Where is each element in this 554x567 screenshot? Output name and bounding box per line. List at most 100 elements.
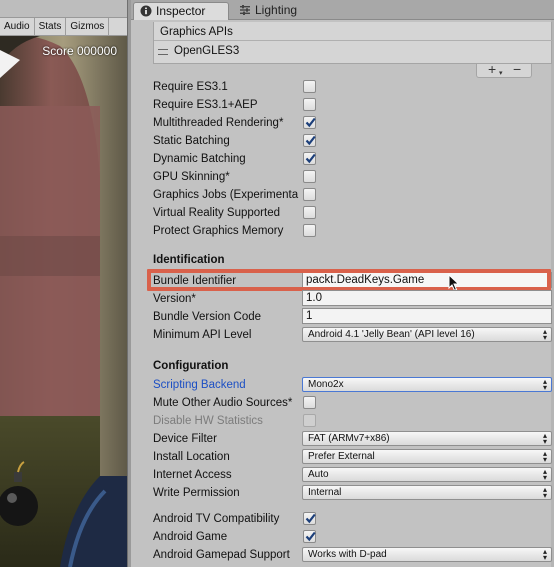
minimum-api-level-dropdown[interactable]: Android 4.1 'Jelly Bean' (API level 16) ▴… — [302, 327, 552, 342]
graphics-api-label: OpenGLES3 — [174, 45, 240, 57]
internet-access-value: Auto — [308, 469, 329, 480]
install-location-dropdown[interactable]: Prefer External ▴ ▾ — [302, 449, 552, 464]
static-batching-label: Static Batching — [153, 135, 230, 147]
graphics-jobs-label: Graphics Jobs (Experimenta — [153, 189, 299, 201]
gpu-skinning-label: GPU Skinning* — [153, 171, 230, 183]
scripting-backend-dropdown[interactable]: Mono2x ▴ ▾ — [302, 377, 552, 392]
require-es31-checkbox[interactable] — [303, 80, 316, 93]
android-game-checkbox[interactable] — [303, 530, 316, 543]
write-permission-value: Internal — [308, 487, 342, 498]
drag-handle-icon[interactable] — [158, 49, 168, 55]
version-label: Version* — [153, 293, 196, 305]
scripting-backend-value: Mono2x — [308, 379, 344, 390]
checkmark-icon — [305, 153, 316, 164]
dropdown-arrows-icon: ▴ ▾ — [542, 485, 547, 500]
graphics-api-item[interactable]: OpenGLES3 — [154, 42, 553, 61]
game-scene-image — [0, 34, 127, 567]
write-permission-row: Write Permission Internal ▴ ▾ — [153, 484, 552, 502]
internet-access-dropdown[interactable]: Auto ▴ ▾ — [302, 467, 552, 482]
graphics-jobs-checkbox[interactable] — [303, 188, 316, 201]
mute-other-audio-row: Mute Other Audio Sources* — [153, 394, 549, 412]
add-graphics-api-button[interactable]: + — [488, 61, 496, 77]
configuration-section-title: Configuration — [153, 360, 229, 372]
protect-graphics-memory-row: Protect Graphics Memory — [153, 222, 549, 240]
bundle-version-code-field[interactable]: 1 — [302, 308, 552, 324]
inspector-panel: Graphics APIs OpenGLES3 + ▾ − Require ES… — [131, 20, 554, 567]
mute-other-audio-checkbox[interactable] — [303, 396, 316, 409]
scripting-backend-row: Scripting Backend Mono2x ▴ ▾ — [153, 376, 552, 394]
stats-toggle-button[interactable]: Stats — [35, 18, 67, 36]
android-gamepad-support-value: Works with D-pad — [308, 549, 387, 560]
device-filter-dropdown[interactable]: FAT (ARMv7+x86) ▴ ▾ — [302, 431, 552, 446]
require-es31-aep-label: Require ES3.1+AEP — [153, 99, 258, 111]
game-scene-render[interactable]: Score 000000 — [0, 34, 127, 567]
dynamic-batching-row: Dynamic Batching — [153, 150, 549, 168]
gizmos-toggle-button[interactable]: Gizmos — [66, 18, 110, 36]
multithreaded-rendering-row: Multithreaded Rendering* — [153, 114, 549, 132]
protect-graphics-memory-label: Protect Graphics Memory — [153, 225, 284, 237]
dropdown-arrows-icon: ▴ ▾ — [542, 431, 547, 446]
audio-toggle-button[interactable]: Audio — [0, 18, 35, 36]
install-location-value: Prefer External — [308, 451, 375, 462]
graphics-jobs-row: Graphics Jobs (Experimenta — [153, 186, 549, 204]
protect-graphics-memory-checkbox[interactable] — [303, 224, 316, 237]
require-es31-label: Require ES3.1 — [153, 81, 228, 93]
checkmark-icon — [305, 135, 316, 146]
dropdown-arrows-icon: ▴ ▾ — [542, 327, 547, 342]
gpu-skinning-checkbox[interactable] — [303, 170, 316, 183]
lighting-settings-icon — [239, 4, 251, 16]
game-view: Audio Stats Gizmos Score 000000 — [0, 0, 127, 567]
game-view-toolbar: Audio Stats Gizmos — [0, 18, 127, 36]
mute-other-audio-label: Mute Other Audio Sources* — [153, 397, 293, 409]
write-permission-dropdown[interactable]: Internal ▴ ▾ — [302, 485, 552, 500]
scripting-backend-label: Scripting Backend — [153, 379, 246, 391]
checkmark-icon — [305, 531, 316, 542]
minimum-api-level-label: Minimum API Level — [153, 329, 252, 341]
android-gamepad-support-dropdown[interactable]: Works with D-pad ▴ ▾ — [302, 547, 552, 562]
multithreaded-rendering-label: Multithreaded Rendering* — [153, 117, 284, 129]
window-tab-row: Inspector Lighting — [131, 0, 554, 20]
graphics-apis-footer: + ▾ − — [476, 61, 532, 78]
require-es31-row: Require ES3.1 — [153, 78, 549, 96]
version-field[interactable]: 1.0 — [302, 290, 552, 306]
gpu-skinning-row: GPU Skinning* — [153, 168, 549, 186]
android-game-row: Android Game — [153, 528, 549, 546]
tab-lighting[interactable]: Lighting — [233, 2, 323, 20]
identification-section-title: Identification — [153, 254, 225, 266]
disable-hw-statistics-row: Disable HW Statistics — [153, 412, 549, 430]
install-location-row: Install Location Prefer External ▴ ▾ — [153, 448, 552, 466]
write-permission-label: Write Permission — [153, 487, 240, 499]
graphics-apis-header: Graphics APIs — [154, 24, 553, 41]
virtual-reality-row: Virtual Reality Supported — [153, 204, 549, 222]
info-icon — [140, 5, 152, 17]
device-filter-value: FAT (ARMv7+x86) — [308, 433, 390, 444]
internet-access-label: Internet Access — [153, 469, 232, 481]
dropdown-arrows-icon: ▴ ▾ — [542, 547, 547, 562]
checkmark-icon — [305, 513, 316, 524]
bundle-version-code-row: Bundle Version Code 1 — [153, 308, 552, 326]
score-label: Score 000000 — [42, 44, 117, 58]
tab-inspector-label: Inspector — [156, 4, 206, 18]
android-tv-compatibility-checkbox[interactable] — [303, 512, 316, 525]
multithreaded-rendering-checkbox[interactable] — [303, 116, 316, 129]
minimum-api-level-value: Android 4.1 'Jelly Bean' (API level 16) — [308, 329, 475, 340]
require-es31-aep-checkbox[interactable] — [303, 98, 316, 111]
bundle-version-code-label: Bundle Version Code — [153, 311, 262, 323]
dynamic-batching-label: Dynamic Batching — [153, 153, 246, 165]
internet-access-row: Internet Access Auto ▴ ▾ — [153, 466, 552, 484]
tab-inspector[interactable]: Inspector — [133, 2, 229, 20]
highlight-box — [147, 269, 551, 291]
version-row: Version* 1.0 — [153, 290, 552, 308]
dynamic-batching-checkbox[interactable] — [303, 152, 316, 165]
minimum-api-level-row: Minimum API Level Android 4.1 'Jelly Bea… — [153, 326, 552, 344]
require-es31-aep-row: Require ES3.1+AEP — [153, 96, 549, 114]
android-game-label: Android Game — [153, 531, 228, 543]
remove-graphics-api-button[interactable]: − — [513, 61, 521, 77]
static-batching-checkbox[interactable] — [303, 134, 316, 147]
game-view-tab-strip — [0, 0, 127, 18]
android-gamepad-support-row: Android Gamepad Support Works with D-pad… — [153, 546, 552, 564]
virtual-reality-checkbox[interactable] — [303, 206, 316, 219]
checkmark-icon — [305, 117, 316, 128]
disable-hw-statistics-label: Disable HW Statistics — [153, 415, 263, 427]
android-gamepad-support-label: Android Gamepad Support — [153, 549, 290, 561]
